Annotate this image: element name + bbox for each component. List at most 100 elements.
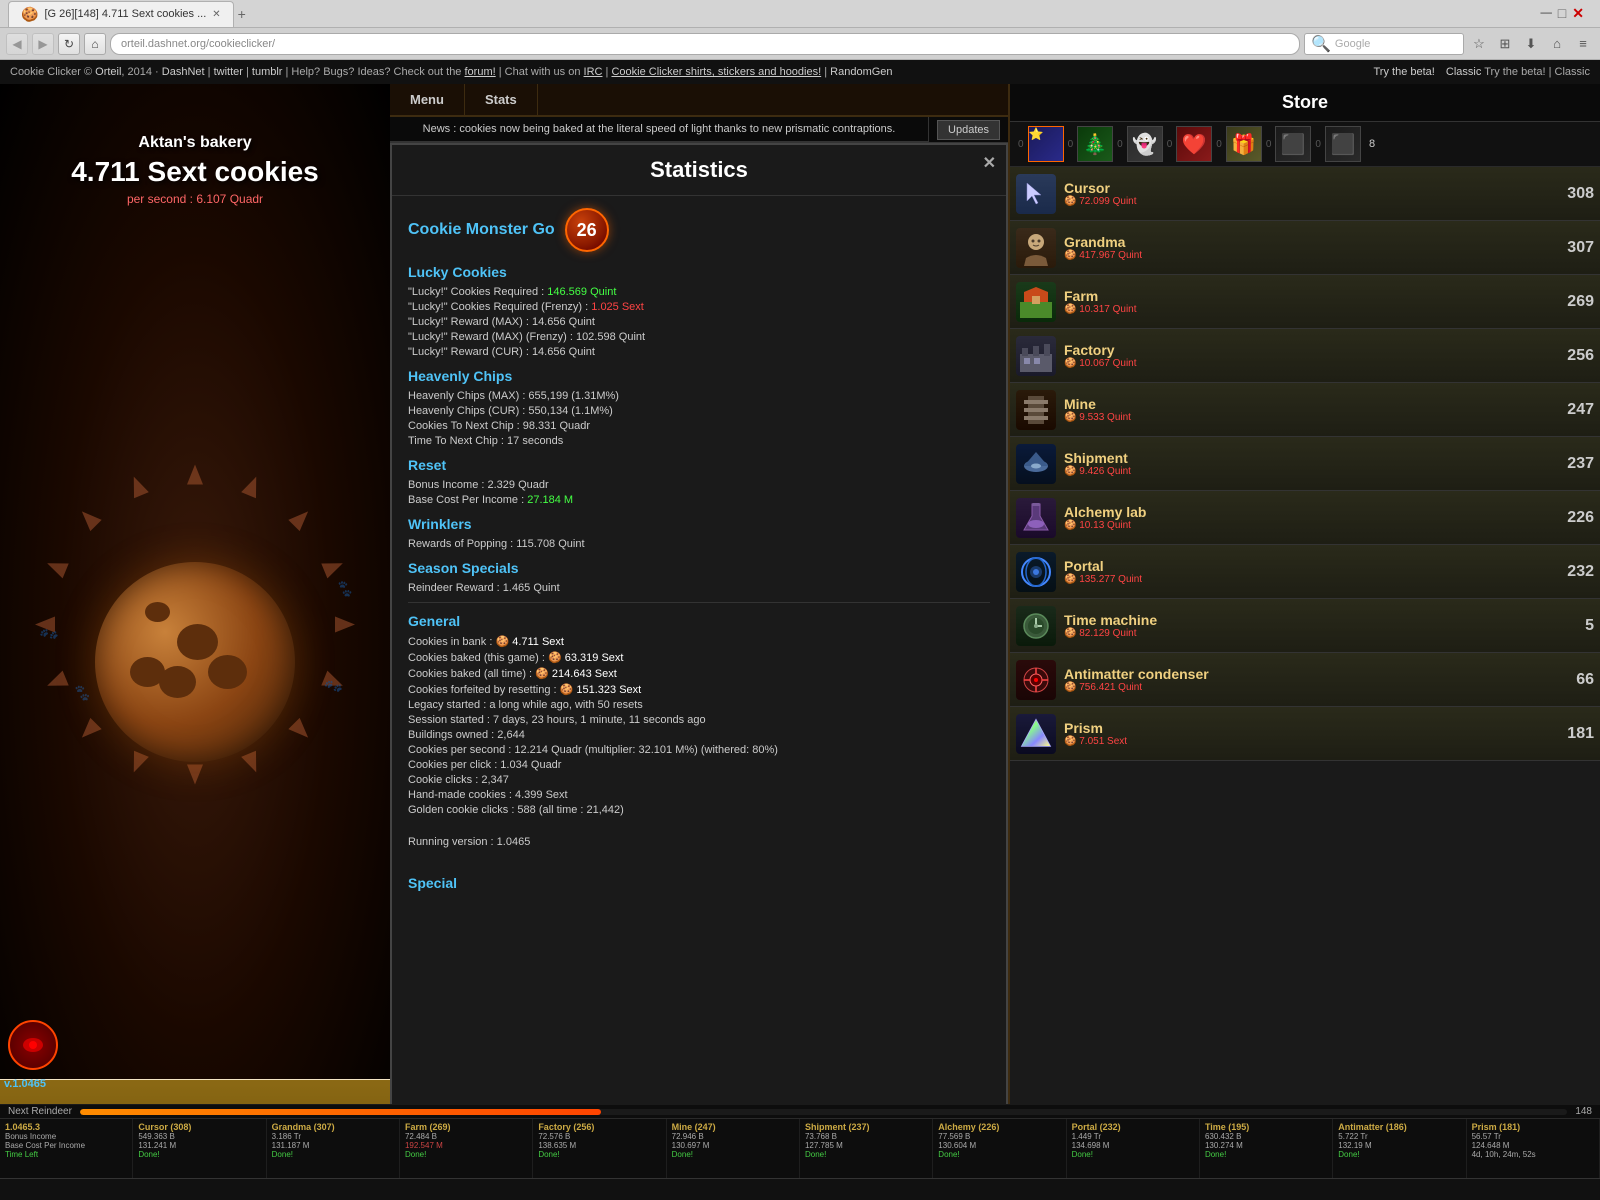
store-item-timemachine[interactable]: Time machine 🍪 82.129 Quint 5: [1010, 599, 1600, 653]
antimatter-stat-cell[interactable]: Antimatter (186) 5.722 Tr 132.19 M Done!: [1333, 1119, 1466, 1178]
address-bar[interactable]: orteil.dashnet.org/cookieclicker/: [110, 33, 1300, 55]
cookie-count: 4.711 Sext cookies: [0, 156, 390, 188]
tab-close-btn[interactable]: ✕: [212, 9, 220, 20]
maximize-btn[interactable]: □: [1558, 5, 1566, 23]
menu-tab[interactable]: Menu: [390, 84, 465, 115]
bookmark-icon[interactable]: ☆: [1468, 33, 1490, 55]
session-row: Session started : 7 days, 23 hours, 1 mi…: [408, 714, 990, 726]
search-bar[interactable]: 🔍 Google: [1304, 33, 1464, 55]
store-item-shipment[interactable]: Shipment 🍪 9.426 Quint 237: [1010, 437, 1600, 491]
cookies-all-time-row: Cookies baked (all time) : 🍪 214.643 Sex…: [408, 667, 990, 680]
farm-icon: [1016, 282, 1056, 322]
forum-link[interactable]: forum!: [464, 66, 495, 78]
cm-badge: 26: [565, 208, 609, 252]
store-item-grandma[interactable]: Grandma 🍪 417.967 Quint 307: [1010, 221, 1600, 275]
heavenly-cur-row: Heavenly Chips (CUR) : 550,134 (1.1M%): [408, 405, 990, 417]
special-item-7[interactable]: ⬛: [1325, 126, 1361, 162]
antimatter-count: 66: [1554, 671, 1594, 689]
twitter-link[interactable]: twitter: [214, 66, 243, 78]
cursor-stat-cell[interactable]: Cursor (308) 549.363 B 131.241 M Done!: [133, 1119, 266, 1178]
cps-row: Cookies per second : 12.214 Quadr (multi…: [408, 744, 990, 756]
special-item-tree[interactable]: 🎄: [1077, 126, 1113, 162]
progress-bar-container: [0, 1178, 1600, 1200]
search-engine-icon: 🔍: [1311, 34, 1331, 54]
special-section-title: Special: [408, 875, 990, 891]
lucky-section-title: Lucky Cookies: [408, 264, 990, 280]
running-version-row: Running version : 1.0465: [408, 836, 990, 848]
special-count-0: 0: [1018, 139, 1024, 150]
mine-stat-cell[interactable]: Mine (247) 72.946 B 130.697 M Done!: [667, 1119, 800, 1178]
big-cookie[interactable]: [95, 562, 295, 762]
cursor-cost: 🍪 72.099 Quint: [1064, 196, 1546, 207]
factory-stat-cell[interactable]: Factory (256) 72.576 B 138.635 M Done!: [533, 1119, 666, 1178]
prism-cost: 🍪 7.051 Sext: [1064, 736, 1546, 747]
store-item-cursor[interactable]: Cursor 🍪 72.099 Quint 308: [1010, 167, 1600, 221]
time-stat-cell[interactable]: Time (195) 630.432 B 130.274 M Done!: [1200, 1119, 1333, 1178]
shirts-link[interactable]: Cookie Clicker shirts, stickers and hood…: [611, 66, 821, 78]
close-btn[interactable]: ✕: [1572, 5, 1584, 23]
store-item-mine[interactable]: Mine 🍪 9.533 Quint 247: [1010, 383, 1600, 437]
special-item-6[interactable]: ⬛: [1275, 126, 1311, 162]
store-item-factory[interactable]: Factory 🍪 10.067 Quint 256: [1010, 329, 1600, 383]
back-btn[interactable]: ◀: [6, 33, 28, 55]
alchemy-stat-cell[interactable]: Alchemy (226) 77.569 B 130.604 M Done!: [933, 1119, 1066, 1178]
irc-link[interactable]: IRC: [584, 66, 603, 78]
prism-stat-cell[interactable]: Prism (181) 56.57 Tr 124.648 M 4d, 10h, …: [1467, 1119, 1600, 1178]
tumblr-link[interactable]: tumblr: [252, 66, 283, 78]
download-icon[interactable]: ⬇: [1520, 33, 1542, 55]
grandma-name: Grandma: [1064, 234, 1546, 250]
farm-stat-cell[interactable]: Farm (269) 72.484 B 192.547 M Done!: [400, 1119, 533, 1178]
classic-link[interactable]: Classic: [1446, 66, 1481, 78]
prism-icon: [1016, 714, 1056, 754]
home-btn[interactable]: ⌂: [84, 33, 106, 55]
heavenly-max-row: Heavenly Chips (MAX) : 655,199 (1.31M%): [408, 390, 990, 402]
special-item-star[interactable]: ⭐: [1028, 126, 1064, 162]
store-item-portal[interactable]: Portal 🍪 135.277 Quint 232: [1010, 545, 1600, 599]
home2-icon[interactable]: ⌂: [1546, 33, 1568, 55]
stats-tab[interactable]: Stats: [465, 84, 538, 115]
grandma-stat-cell[interactable]: Grandma (307) 3.186 Tr 131.187 M Done!: [267, 1119, 400, 1178]
cookie-image[interactable]: [95, 562, 295, 762]
bookmark-manage-icon[interactable]: ⊞: [1494, 33, 1516, 55]
store-item-farm[interactable]: Farm 🍪 10.317 Quint 269: [1010, 275, 1600, 329]
lucky-req-frenzy-row: "Lucky!" Cookies Required (Frenzy) : 1.0…: [408, 301, 990, 313]
browser-titlebar: 🍪 [G 26][148] 4.711 Sext cookies ... ✕ +…: [0, 0, 1600, 28]
randomgen-link[interactable]: RandomGen: [830, 66, 892, 78]
store-item-antimatter[interactable]: Antimatter condenser 🍪 756.421 Quint 66: [1010, 653, 1600, 707]
special-item-heart[interactable]: ❤️: [1176, 126, 1212, 162]
special-item-ghost[interactable]: 👻: [1127, 126, 1163, 162]
factory-name: Factory: [1064, 342, 1546, 358]
updates-button[interactable]: Updates: [937, 120, 1000, 140]
cookies-next-chip-row: Cookies To Next Chip : 98.331 Quadr: [408, 420, 990, 432]
special-item-present[interactable]: 🎁: [1226, 126, 1262, 162]
forward-btn[interactable]: ▶: [32, 33, 54, 55]
grandma-cost: 🍪 417.967 Quint: [1064, 250, 1546, 261]
bakery-name: Aktan's bakery: [0, 134, 390, 152]
menu-icon[interactable]: ≡: [1572, 33, 1594, 55]
cps-display: per second : 6.107 Quadr: [0, 192, 390, 206]
store-item-prism[interactable]: Prism 🍪 7.051 Sext 181: [1010, 707, 1600, 761]
refresh-btn[interactable]: ↻: [58, 33, 80, 55]
try-beta-link[interactable]: Try the beta!: [1374, 66, 1435, 78]
factory-icon: [1016, 336, 1056, 376]
portal-stat-cell[interactable]: Portal (232) 1.449 Tr 134.698 M Done!: [1067, 1119, 1200, 1178]
special-count-6: 0: [1315, 139, 1321, 150]
minimize-btn[interactable]: ─: [1540, 5, 1551, 23]
svg-text:🐾: 🐾: [334, 578, 356, 600]
browser-tab[interactable]: 🍪 [G 26][148] 4.711 Sext cookies ... ✕: [8, 1, 234, 27]
mine-info: Mine 🍪 9.533 Quint: [1064, 396, 1546, 423]
svg-text:🐾: 🐾: [71, 683, 92, 704]
stats-close-btn[interactable]: ✕: [983, 153, 996, 173]
browser-nav: ◀ ▶ ↻ ⌂ orteil.dashnet.org/cookieclicker…: [0, 28, 1600, 60]
cursor-icon: [1016, 174, 1056, 214]
clicks-row: Cookie clicks : 2,347: [408, 774, 990, 786]
dashnet-link[interactable]: DashNet: [162, 66, 205, 78]
shipment-stat-cell[interactable]: Shipment (237) 73.768 B 127.785 M Done!: [800, 1119, 933, 1178]
store-item-alchemy[interactable]: Alchemy lab 🍪 10.13 Quint 226: [1010, 491, 1600, 545]
new-tab-btn[interactable]: +: [238, 6, 246, 22]
factory-cost: 🍪 10.067 Quint: [1064, 358, 1546, 369]
reset-section-title: Reset: [408, 457, 990, 473]
antimatter-name: Antimatter condenser: [1064, 666, 1546, 682]
shipment-name: Shipment: [1064, 450, 1546, 466]
orteil-link[interactable]: Orteil: [95, 66, 121, 78]
